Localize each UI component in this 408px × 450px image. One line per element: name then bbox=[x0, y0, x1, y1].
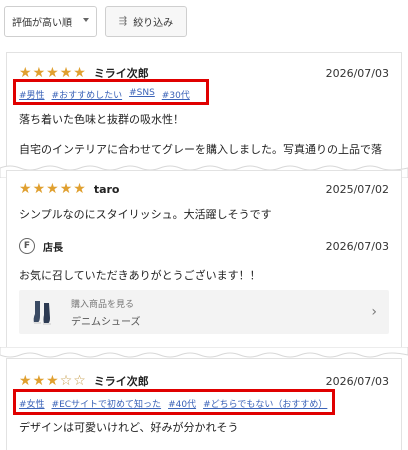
review-date: 2025/07/02 bbox=[325, 182, 389, 196]
toolbar: 評価が高い順 ⇶ 絞り込み bbox=[4, 6, 187, 38]
star-icon: ★ bbox=[59, 181, 73, 197]
star-rating: ★ ★ ★ ★ ★ bbox=[19, 66, 86, 80]
product-texts: 購入商品を見る デニムシューズ bbox=[71, 297, 141, 328]
star-icon: ★ bbox=[19, 373, 32, 389]
star-empty-icon: ☆ bbox=[59, 373, 73, 389]
star-icon: ★ bbox=[32, 181, 46, 197]
shop-name: 店長 bbox=[43, 242, 63, 254]
review-header: ★ ★ ★ ☆ ☆ ミライ次郎 2026/07/03 bbox=[19, 373, 389, 389]
review-body: デザインは可愛いけれど、好みが分かれそう bbox=[19, 421, 239, 434]
chevron-right-icon: › bbox=[371, 304, 377, 320]
product-name: デニムシューズ bbox=[71, 316, 141, 328]
shoe-thumbnail bbox=[29, 298, 57, 326]
filter-icon: ⇶ bbox=[118, 16, 128, 27]
star-icon: ★ bbox=[46, 181, 59, 197]
review-date: 2026/07/03 bbox=[325, 374, 389, 388]
highlight-box bbox=[13, 389, 335, 415]
sort-value: 評価が高い順 bbox=[12, 18, 72, 29]
review-date: 2026/07/03 bbox=[325, 66, 389, 80]
reply-date: 2026/07/03 bbox=[325, 239, 389, 253]
shop-logo-icon: F bbox=[19, 238, 35, 254]
reply-header: F 店長 2026/07/03 bbox=[19, 237, 389, 255]
review-body: 自宅のインテリアに合わせてグレーを購入しました。写真通りの上品で落 bbox=[19, 143, 382, 156]
star-icon: ★ bbox=[59, 65, 73, 81]
filter-button[interactable]: ⇶ 絞り込み bbox=[105, 6, 187, 37]
filter-label: 絞り込み bbox=[133, 18, 174, 29]
shop-reply: F 店長 2026/07/03 bbox=[19, 237, 389, 255]
review-body: シンプルなのにスタイリッシュ。大活躍しそうです bbox=[19, 208, 272, 221]
reply-body: お気に召していただきありがとうございます！！ bbox=[19, 269, 261, 282]
star-icon: ★ bbox=[19, 65, 32, 81]
star-icon: ★ bbox=[32, 65, 46, 81]
reviewer-name: taro bbox=[93, 182, 120, 196]
star-icon: ★ bbox=[46, 373, 59, 389]
review-card: ★ ★ ★ ☆ ☆ ミライ次郎 2026/07/03 #女性 #ECサイトで初め… bbox=[6, 358, 402, 450]
star-rating: ★ ★ ★ ☆ ☆ bbox=[19, 374, 86, 388]
review-card: ★ ★ ★ ★ ★ ミライ次郎 2026/07/03 #男性 #おすすめしたい … bbox=[6, 52, 402, 182]
review-card: ★ ★ ★ ★ ★ taro 2025/07/02 シンプルなのにスタイリッシュ… bbox=[6, 170, 402, 348]
review-header: ★ ★ ★ ★ ★ taro 2025/07/02 bbox=[19, 181, 389, 197]
review-title: 落ち着いた色味と抜群の吸水性！ bbox=[19, 113, 184, 126]
star-icon: ★ bbox=[73, 65, 86, 81]
star-icon: ★ bbox=[46, 65, 59, 81]
star-icon: ★ bbox=[73, 181, 86, 197]
chevron-down-icon bbox=[83, 18, 89, 22]
star-icon: ★ bbox=[32, 373, 46, 389]
star-icon: ★ bbox=[19, 181, 32, 197]
product-caption: 購入商品を見る bbox=[71, 299, 135, 310]
highlight-box bbox=[13, 79, 209, 105]
purchased-product-link[interactable]: 購入商品を見る デニムシューズ › bbox=[19, 290, 389, 334]
reviewer-name: ミライ次郎 bbox=[93, 375, 149, 388]
star-rating: ★ ★ ★ ★ ★ bbox=[19, 182, 86, 196]
star-empty-icon: ☆ bbox=[73, 373, 86, 389]
sort-select[interactable]: 評価が高い順 bbox=[4, 6, 97, 37]
